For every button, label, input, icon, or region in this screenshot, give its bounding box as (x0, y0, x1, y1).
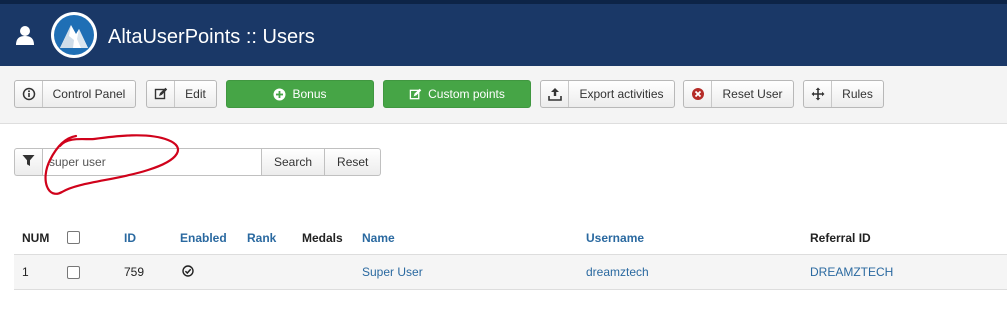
plus-circle-icon (273, 88, 286, 101)
reset-button[interactable]: Reset (325, 148, 382, 176)
edit-icon (409, 88, 422, 101)
row-name-link[interactable]: Super User (362, 255, 423, 289)
edit-button[interactable]: Edit (146, 80, 217, 108)
toolbar: Control Panel Edit Bonus Custom points E… (0, 66, 1007, 124)
control-panel-button[interactable]: Control Panel (14, 80, 136, 108)
control-panel-label: Control Panel (52, 87, 126, 101)
row-num: 1 (22, 265, 29, 279)
col-medals: Medals (302, 230, 343, 245)
select-all-cell (67, 221, 80, 254)
edit-label: Edit (185, 87, 206, 101)
search-bar: Search Reset (14, 148, 382, 176)
reset-user-label: Reset User (722, 87, 783, 101)
check-circle-icon (182, 264, 194, 280)
select-all-checkbox[interactable] (67, 231, 80, 244)
row-referral-link[interactable]: DREAMZTECH (810, 255, 893, 289)
search-input[interactable] (42, 148, 262, 176)
table-row: 1 759 Super User dreamztech DREAMZTECH (14, 254, 1007, 290)
page-title: AltaUserPoints :: Users (108, 26, 315, 48)
bonus-label: Bonus (292, 87, 327, 101)
users-table: NUM ID Enabled Rank Medals Name Username… (14, 221, 1007, 290)
export-activities-label: Export activities (579, 87, 664, 101)
upload-icon (541, 81, 569, 107)
rules-button[interactable]: Rules (803, 80, 884, 108)
reset-user-button[interactable]: Reset User (683, 80, 794, 108)
user-icon[interactable] (14, 24, 36, 46)
move-icon (804, 81, 832, 107)
row-checkbox[interactable] (67, 265, 80, 279)
col-enabled[interactable]: Enabled (180, 221, 227, 254)
table-header: NUM ID Enabled Rank Medals Name Username… (14, 221, 1007, 254)
rules-label: Rules (842, 87, 873, 101)
remove-circle-icon (684, 81, 712, 107)
row-select-cell (67, 255, 80, 289)
col-num: NUM (22, 230, 50, 245)
altauserpoints-logo (51, 12, 97, 58)
info-icon (15, 81, 43, 107)
custom-points-label: Custom points (428, 87, 505, 101)
col-id[interactable]: ID (124, 221, 136, 254)
row-username-link[interactable]: dreamztech (586, 255, 649, 289)
edit-icon (147, 81, 175, 107)
row-id: 759 (124, 265, 145, 279)
col-referral-id: Referral ID (810, 230, 871, 245)
search-button[interactable]: Search (262, 148, 326, 176)
col-rank[interactable]: Rank (247, 221, 276, 254)
custom-points-button[interactable]: Custom points (383, 80, 531, 108)
row-enabled[interactable] (182, 255, 194, 289)
col-username[interactable]: Username (586, 221, 644, 254)
col-name[interactable]: Name (362, 221, 395, 254)
export-activities-button[interactable]: Export activities (540, 80, 675, 108)
bonus-button[interactable]: Bonus (226, 80, 374, 108)
header: AltaUserPoints :: Users (0, 4, 1007, 66)
filter-icon (22, 154, 35, 170)
filter-button[interactable] (14, 148, 42, 176)
